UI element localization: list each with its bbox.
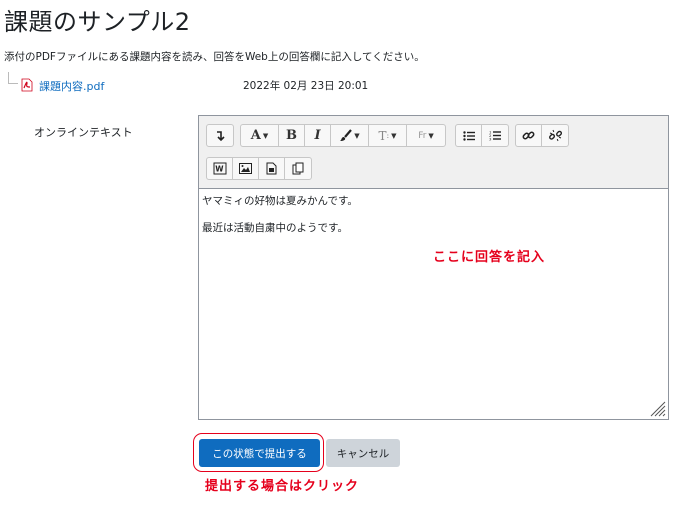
annotation-answer-here: ここに回答を記入 (433, 250, 546, 265)
attachment-row: 課題内容.pdf 2022年 02月 23日 20:01 (4, 72, 424, 94)
attachment-date: 2022年 02月 23日 20:01 (243, 80, 369, 92)
text-style-button[interactable]: T: ▼ (369, 125, 407, 146)
toolbar-group-lists: 123 (455, 124, 509, 147)
font-color-icon: A (250, 128, 261, 143)
submit-button[interactable]: この状態で提出する (199, 439, 320, 467)
link-icon (522, 131, 535, 140)
toggle-toolbar-icon (217, 130, 225, 141)
unlink-icon (548, 129, 562, 142)
editor-paragraph: ヤマミィの好物は夏みかんです。 (202, 195, 358, 207)
font-color-button[interactable]: A ▼ (241, 125, 279, 146)
image-button[interactable] (233, 158, 259, 179)
editor-paragraph: 最近は活動自粛中のようです。 (202, 222, 348, 234)
manage-files-icon (292, 162, 304, 175)
annotation-click-to-submit: 提出する場合はクリック (205, 479, 360, 494)
page-title: 課題のサンプル2 (4, 8, 191, 36)
tree-connector (8, 72, 18, 84)
chevron-down-icon: ▼ (428, 131, 434, 140)
editor-toolbar: A ▼ B I ▼ T: ▼ Fr ▼ 123 W (199, 116, 668, 189)
chevron-down-icon: ▼ (354, 131, 360, 140)
paint-brush-button[interactable]: ▼ (331, 125, 369, 146)
italic-icon: I (314, 128, 321, 143)
bold-button[interactable]: B (279, 125, 305, 146)
bullet-list-icon (462, 130, 475, 141)
attachment-link[interactable]: 課題内容.pdf (39, 78, 104, 94)
bold-icon: B (286, 128, 297, 143)
editor-content-area[interactable]: ヤマミィの好物は夏みかんです。 最近は活動自粛中のようです。 (199, 190, 668, 419)
online-text-label: オンラインテキスト (34, 126, 133, 139)
svg-text:W: W (215, 165, 224, 174)
numbered-list-button[interactable]: 123 (482, 125, 508, 146)
word-paste-button[interactable]: W (207, 158, 233, 179)
toggle-toolbar-button[interactable] (207, 125, 233, 146)
cancel-button[interactable]: キャンセル (326, 439, 400, 467)
italic-button[interactable]: I (305, 125, 331, 146)
toolbar-group-links (515, 124, 569, 147)
toolbar-group-toggle (206, 124, 234, 147)
toolbar-group-format: A ▼ B I ▼ T: ▼ Fr ▼ (240, 124, 446, 147)
resize-handle-icon[interactable] (648, 399, 666, 417)
link-button[interactable] (516, 125, 542, 146)
bullet-list-button[interactable] (456, 125, 482, 146)
svg-text:3: 3 (489, 137, 492, 142)
media-icon (266, 162, 277, 175)
text-style-icon: T (378, 128, 387, 143)
toolbar-group-insert: W (206, 157, 312, 180)
font-family-button[interactable]: Fr ▼ (407, 125, 445, 146)
assignment-intro: 添付のPDFファイルにある課題内容を読み、回答をWeb上の回答欄に記入してくださ… (4, 51, 425, 63)
paint-brush-icon (340, 129, 353, 141)
chevron-down-icon: ▼ (262, 131, 269, 140)
pdf-file-icon (21, 78, 33, 92)
font-family-icon: Fr (418, 130, 427, 141)
image-icon (239, 163, 252, 174)
unlink-button[interactable] (542, 125, 568, 146)
online-text-editor: A ▼ B I ▼ T: ▼ Fr ▼ 123 W ヤマミィの好物は夏みかんです… (198, 115, 669, 420)
manage-files-button[interactable] (285, 158, 311, 179)
word-paste-icon: W (213, 162, 226, 175)
chevron-down-icon: ▼ (391, 131, 397, 140)
numbered-list-icon: 123 (489, 130, 501, 141)
media-button[interactable] (259, 158, 285, 179)
